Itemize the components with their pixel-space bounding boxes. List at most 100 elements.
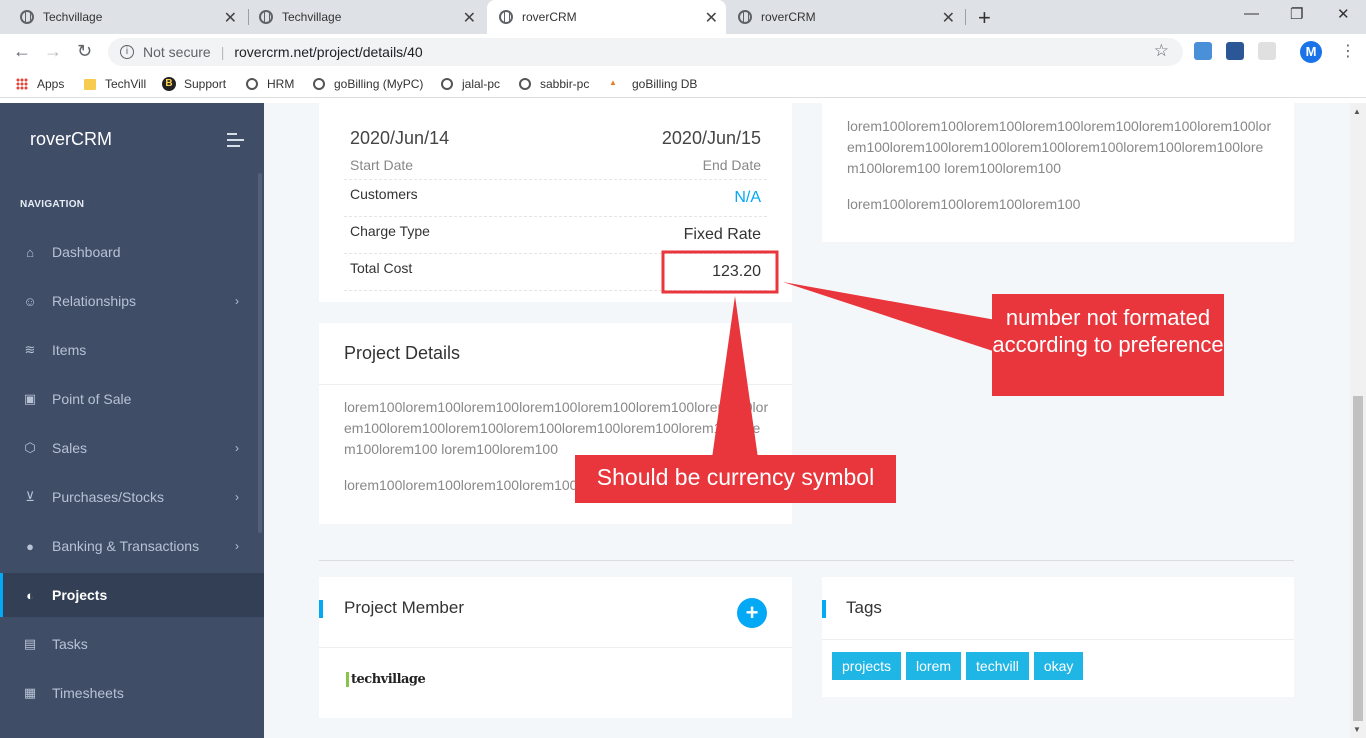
globe-icon (259, 10, 273, 24)
cart-icon: ⊻ (25, 489, 35, 504)
close-icon[interactable]: ✕ (224, 8, 237, 28)
page-scrollbar[interactable]: ▲ ▼ (1350, 103, 1366, 738)
tag-chip[interactable]: techvill (966, 652, 1029, 680)
restore-button[interactable]: ❐ (1290, 5, 1303, 23)
scroll-up-icon[interactable]: ▲ (1353, 107, 1361, 116)
start-date-label: Start Date (350, 157, 414, 173)
sidebar-item-label: Relationships (52, 293, 137, 309)
info-icon[interactable]: i (120, 45, 134, 59)
omnibox[interactable]: i Not secure | rovercrm.net/project/deta… (108, 38, 1183, 66)
sidebar-item-point-of-sale[interactable]: ▣ Point of Sale (0, 377, 264, 421)
description-text: lorem100lorem100lorem100lorem100lorem100… (847, 118, 1272, 176)
sidebar-item-dashboard[interactable]: ⌂ Dashboard (0, 230, 264, 274)
sidebar-item-label: Purchases/Stocks (52, 489, 165, 505)
main-content: 2020/Jun/14 2020/Jun/15 Start Date End D… (264, 103, 1350, 738)
new-tab-button[interactable]: + (978, 5, 991, 31)
profile-avatar[interactable]: M (1300, 41, 1322, 63)
back-arrow-icon[interactable]: ← (13, 41, 31, 62)
browser-tab[interactable]: roverCRM ✕ (738, 0, 963, 34)
extension-icon[interactable] (1194, 42, 1212, 60)
window-close-button[interactable]: ✕ (1337, 5, 1350, 23)
forward-arrow-icon[interactable]: → (44, 41, 62, 62)
tab-title: Techvillage (43, 10, 103, 24)
add-member-button[interactable]: + (737, 598, 767, 628)
close-icon[interactable]: ✕ (942, 8, 955, 28)
globe-icon (499, 10, 513, 24)
end-date-label: End Date (702, 157, 761, 173)
tab-title: Techvillage (282, 10, 342, 24)
bookmark-label: goBilling (MyPC) (334, 77, 424, 91)
box-icon: ⬡ (24, 440, 36, 455)
sidebar-item-projects[interactable]: ◐ Projects (0, 573, 264, 617)
url-text[interactable]: rovercrm.net/project/details/40 (234, 44, 422, 60)
apps-grid-icon (16, 78, 28, 90)
tab-title: roverCRM (522, 10, 577, 24)
bookmark-techvill[interactable]: TechVill (84, 77, 146, 91)
sidebar-item-purchases-stocks[interactable]: ⊻ Purchases/Stocks › (0, 475, 264, 519)
browser-tab-active[interactable]: roverCRM ✕ (487, 0, 726, 34)
chevron-right-icon: › (235, 441, 239, 455)
charge-type-label: Charge Type (350, 223, 430, 239)
total-cost-label: Total Cost (350, 260, 413, 276)
divider (344, 290, 767, 291)
tab-divider (965, 9, 966, 25)
menu-toggle-icon[interactable] (227, 133, 244, 151)
member-logo[interactable]: techvillage (346, 672, 426, 687)
sidebar-item-label: Sales (52, 440, 88, 456)
address-bar-row: ← → ↻ i Not secure | rovercrm.net/projec… (0, 34, 1366, 70)
users-icon: ☺ (23, 293, 37, 309)
tag-chip[interactable]: lorem (906, 652, 962, 680)
divider (822, 639, 1294, 640)
bookmark-hrm[interactable]: HRM (246, 77, 294, 91)
tag-list: projects lorem techvill okay (832, 652, 1088, 680)
sidebar-item-banking[interactable]: ● Banking & Transactions › (0, 524, 264, 568)
close-icon[interactable]: ✕ (463, 8, 476, 28)
sidebar-item-sales[interactable]: ⬡ Sales › (0, 426, 264, 470)
globe-icon (313, 78, 325, 90)
bookmark-star-icon[interactable]: ☆ (1154, 41, 1169, 61)
description-card: lorem100lorem100lorem100lorem100lorem100… (822, 103, 1294, 242)
sidebar-item-relationships[interactable]: ☺ Relationships › (0, 279, 264, 323)
extension-icon[interactable] (1226, 42, 1244, 60)
bookmark-apps[interactable]: Apps (16, 77, 64, 91)
project-details-title: Project Details (344, 343, 461, 363)
bookmark-gobilling-mypc[interactable]: goBilling (MyPC) (313, 77, 423, 91)
bookmark-sabbir-pc[interactable]: sabbir-pc (519, 77, 589, 91)
scroll-down-icon[interactable]: ▼ (1353, 725, 1361, 734)
minimize-button[interactable]: — (1244, 5, 1259, 22)
bookmark-label: TechVill (105, 77, 147, 91)
sidebar-item-label: Projects (52, 587, 108, 603)
tag-chip[interactable]: projects (832, 652, 902, 680)
sidebar-item-label: Point of Sale (52, 391, 132, 407)
divider (319, 384, 792, 385)
charge-type-value: Fixed Rate (683, 226, 761, 243)
bookmark-support[interactable]: B Support (162, 77, 226, 91)
tag-chip[interactable]: okay (1033, 652, 1084, 680)
briefcase-icon: ▣ (23, 391, 37, 406)
bookmark-gobilling-db[interactable]: ▲ goBilling DB (609, 77, 697, 91)
close-icon[interactable]: ✕ (705, 8, 718, 28)
project-member-title: Project Member (344, 598, 464, 617)
sidebar-item-label: Dashboard (52, 244, 121, 260)
extension-icon[interactable] (1258, 42, 1276, 60)
browser-menu-icon[interactable]: ⋮ (1340, 41, 1356, 61)
phpmyadmin-icon: ▲ (609, 78, 617, 87)
sidebar-item-items[interactable]: ≋ Items (0, 328, 264, 372)
browser-tab[interactable]: Techvillage ✕ (259, 0, 484, 34)
support-b-icon: B (162, 77, 176, 91)
brand-logo[interactable]: roverCRM (30, 129, 112, 150)
browser-tab[interactable]: Techvillage ✕ (20, 0, 245, 34)
sidebar-item-timesheets[interactable]: ▦ Timesheets (0, 671, 264, 715)
sidebar-item-tasks[interactable]: ▤ Tasks (0, 622, 264, 666)
chevron-right-icon: › (235, 294, 239, 308)
bookmark-label: jalal-pc (462, 77, 501, 91)
layers-icon: ≋ (24, 342, 36, 357)
scrollbar-thumb[interactable] (1353, 396, 1363, 721)
globe-icon (20, 10, 34, 24)
reload-icon[interactable]: ↻ (77, 41, 92, 62)
bookmark-jalal-pc[interactable]: jalal-pc (441, 77, 500, 91)
card-accent-bar (319, 600, 323, 618)
bookmark-label: goBilling DB (632, 77, 698, 91)
sidebar-scrollbar[interactable] (258, 173, 262, 533)
customers-value-link[interactable]: N/A (734, 189, 761, 207)
